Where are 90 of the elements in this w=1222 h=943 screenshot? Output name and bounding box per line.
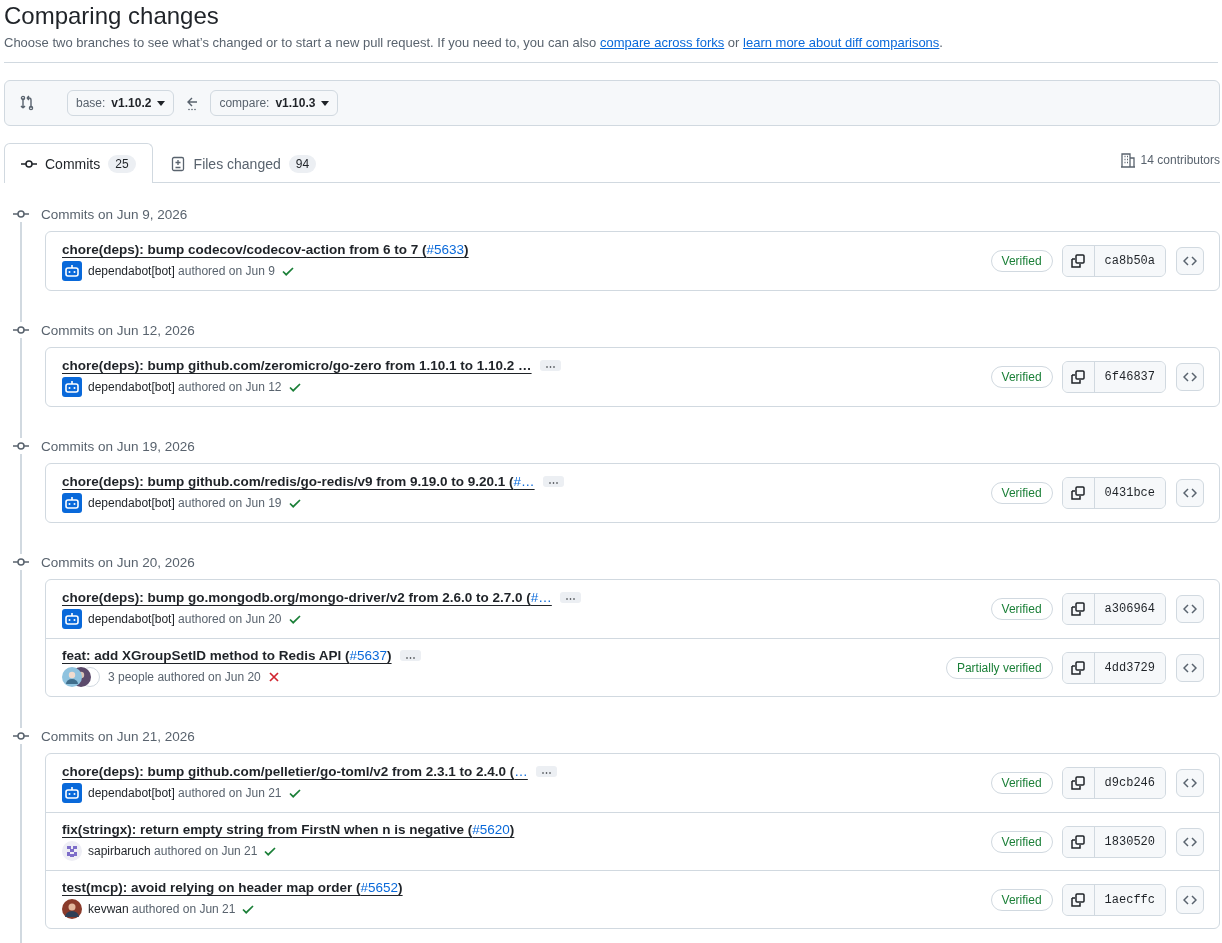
tab[interactable]: Files changed 94 bbox=[152, 144, 334, 183]
description: Choose two branches to see what’s changed or to start a new pull request. If you need to, you can also compare across forks or learn more about diff comparisons. bbox=[4, 34, 944, 52]
organization-icon bbox=[1119, 152, 1136, 168]
code-icon bbox=[1183, 893, 1197, 906]
ellipsis-icon bbox=[405, 656, 415, 659]
copy-icon bbox=[1070, 485, 1087, 501]
copy-icon bbox=[1070, 833, 1087, 850]
expand-button[interactable] bbox=[399, 650, 421, 661]
commit-title[interactable]: chore(deps): bump go.mongodb.org/mongo-driver/v2 from 2.6.0 to 2.7.0 (#… bbox=[62, 589, 552, 605]
commit-meta: 3 people authored on Jun 20 bbox=[108, 670, 261, 684]
author-name[interactable]: dependabot[bot] bbox=[88, 495, 175, 510]
browse-button[interactable] bbox=[1176, 827, 1204, 856]
commit-title[interactable]: chore(deps): bump github.com/pelletier/go-toml/v2 from 2.3.1 to 2.4.0 (… bbox=[62, 763, 528, 779]
pull-request-link[interactable]: #5620 bbox=[472, 822, 510, 837]
commit-meta: authored on Jun 21 bbox=[177, 785, 282, 800]
arrow-left-icon bbox=[186, 95, 199, 108]
pull-request-link[interactable]: #5633 bbox=[426, 241, 465, 257]
copy-icon bbox=[1070, 659, 1087, 676]
link[interactable]: compare across forks bbox=[599, 35, 725, 50]
date-heading: Commits on Jun 21, 2026 bbox=[41, 728, 195, 744]
author-name[interactable]: dependabot[bot] bbox=[88, 263, 175, 278]
copy-button[interactable] bbox=[1062, 768, 1095, 798]
copy-button[interactable] bbox=[1062, 652, 1095, 683]
expand-button[interactable] bbox=[559, 591, 581, 603]
code-icon bbox=[1183, 835, 1197, 848]
expand-button[interactable] bbox=[535, 765, 557, 777]
copy-button[interactable] bbox=[1062, 594, 1095, 624]
commit-meta: authored on Jun 21 bbox=[153, 844, 258, 858]
commit-title[interactable]: test(mcp): avoid relying on header map order (#5652) bbox=[62, 880, 403, 895]
pull-request-link[interactable]: #… bbox=[530, 589, 552, 605]
browse-button[interactable] bbox=[1176, 479, 1204, 507]
commit-title[interactable]: chore(deps): bump codecov/codecov-action from 6 to 7 (#5633) bbox=[62, 241, 469, 257]
copy-button[interactable] bbox=[1062, 478, 1095, 508]
code-icon bbox=[1183, 487, 1197, 499]
copy-icon bbox=[1070, 775, 1087, 791]
copy-icon bbox=[1070, 601, 1087, 617]
author-name[interactable]: kevwan bbox=[88, 902, 129, 916]
author-name[interactable]: dependabot[bot] bbox=[88, 611, 175, 626]
copy-button[interactable] bbox=[1062, 362, 1095, 392]
branch-dropdown[interactable]: base: v1.10.2 bbox=[67, 90, 175, 116]
count-badge: 25 bbox=[108, 154, 136, 173]
caret-icon bbox=[321, 100, 330, 106]
expand-button[interactable] bbox=[542, 475, 564, 487]
browse-button[interactable] bbox=[1176, 653, 1204, 682]
date-heading: Commits on Jun 12, 2026 bbox=[41, 322, 195, 338]
code-icon bbox=[1183, 603, 1197, 615]
browse-button[interactable] bbox=[1176, 247, 1204, 275]
browse-button[interactable] bbox=[1176, 885, 1204, 914]
pull-request-link[interactable]: #… bbox=[513, 473, 535, 489]
copy-button[interactable] bbox=[1062, 884, 1095, 915]
commit-meta: authored on Jun 19 bbox=[177, 495, 282, 510]
copy-button[interactable] bbox=[1062, 826, 1095, 857]
file-diff-icon bbox=[169, 156, 186, 172]
author-name[interactable]: dependabot[bot] bbox=[88, 785, 175, 800]
commit-title[interactable]: chore(deps): bump github.com/zeromicro/go-zero from 1.10.1 to 1.10.2 … bbox=[62, 357, 532, 373]
expand-button[interactable] bbox=[539, 359, 561, 371]
copy-icon bbox=[1070, 369, 1087, 385]
code-icon bbox=[1183, 371, 1197, 383]
tab[interactable]: Commits 25 bbox=[4, 143, 153, 183]
commit-title[interactable]: feat: add XGroupSetID method to Redis API (#5637) bbox=[62, 648, 392, 663]
code-icon bbox=[1183, 777, 1197, 789]
copy-icon bbox=[1070, 891, 1087, 908]
author-name[interactable]: sapirbaruch bbox=[88, 844, 151, 858]
page-title: Comparing changes bbox=[4, 2, 220, 30]
pull-request-link[interactable]: #5652 bbox=[360, 880, 399, 895]
branch-dropdown[interactable]: compare: v1.10.3 bbox=[210, 90, 339, 116]
compare-icon bbox=[19, 95, 35, 111]
commit-meta: authored on Jun 20 bbox=[177, 611, 282, 626]
browse-button[interactable] bbox=[1176, 595, 1204, 623]
date-heading: Commits on Jun 9, 2026 bbox=[41, 206, 188, 222]
commit-meta: authored on Jun 9 bbox=[177, 263, 275, 278]
dots-icon bbox=[188, 107, 197, 111]
date-heading: Commits on Jun 19, 2026 bbox=[41, 438, 195, 454]
commit-meta: authored on Jun 21 bbox=[131, 902, 236, 916]
code-icon bbox=[1183, 255, 1197, 267]
commit-title[interactable]: chore(deps): bump github.com/redis/go-redis/v9 from 9.19.0 to 9.20.1 (#… bbox=[62, 473, 535, 489]
browse-button[interactable] bbox=[1176, 363, 1204, 391]
count-badge: 94 bbox=[288, 155, 317, 173]
commit-title[interactable]: fix(stringx): return empty string from FirstN when n is negative (#5620) bbox=[62, 822, 515, 837]
author-name[interactable]: dependabot[bot] bbox=[88, 379, 175, 394]
pull-request-link[interactable]: #5637 bbox=[349, 648, 388, 663]
code-icon bbox=[1183, 661, 1197, 674]
commit-meta: authored on Jun 12 bbox=[177, 379, 282, 394]
copy-icon bbox=[1070, 253, 1087, 269]
pull-request-link[interactable]: … bbox=[514, 763, 528, 779]
copy-button[interactable] bbox=[1062, 246, 1095, 276]
caret-icon bbox=[157, 100, 166, 106]
browse-button[interactable] bbox=[1176, 769, 1204, 797]
date-heading: Commits on Jun 20, 2026 bbox=[41, 554, 195, 570]
contributors-count[interactable]: 14 contributors bbox=[1140, 153, 1220, 167]
